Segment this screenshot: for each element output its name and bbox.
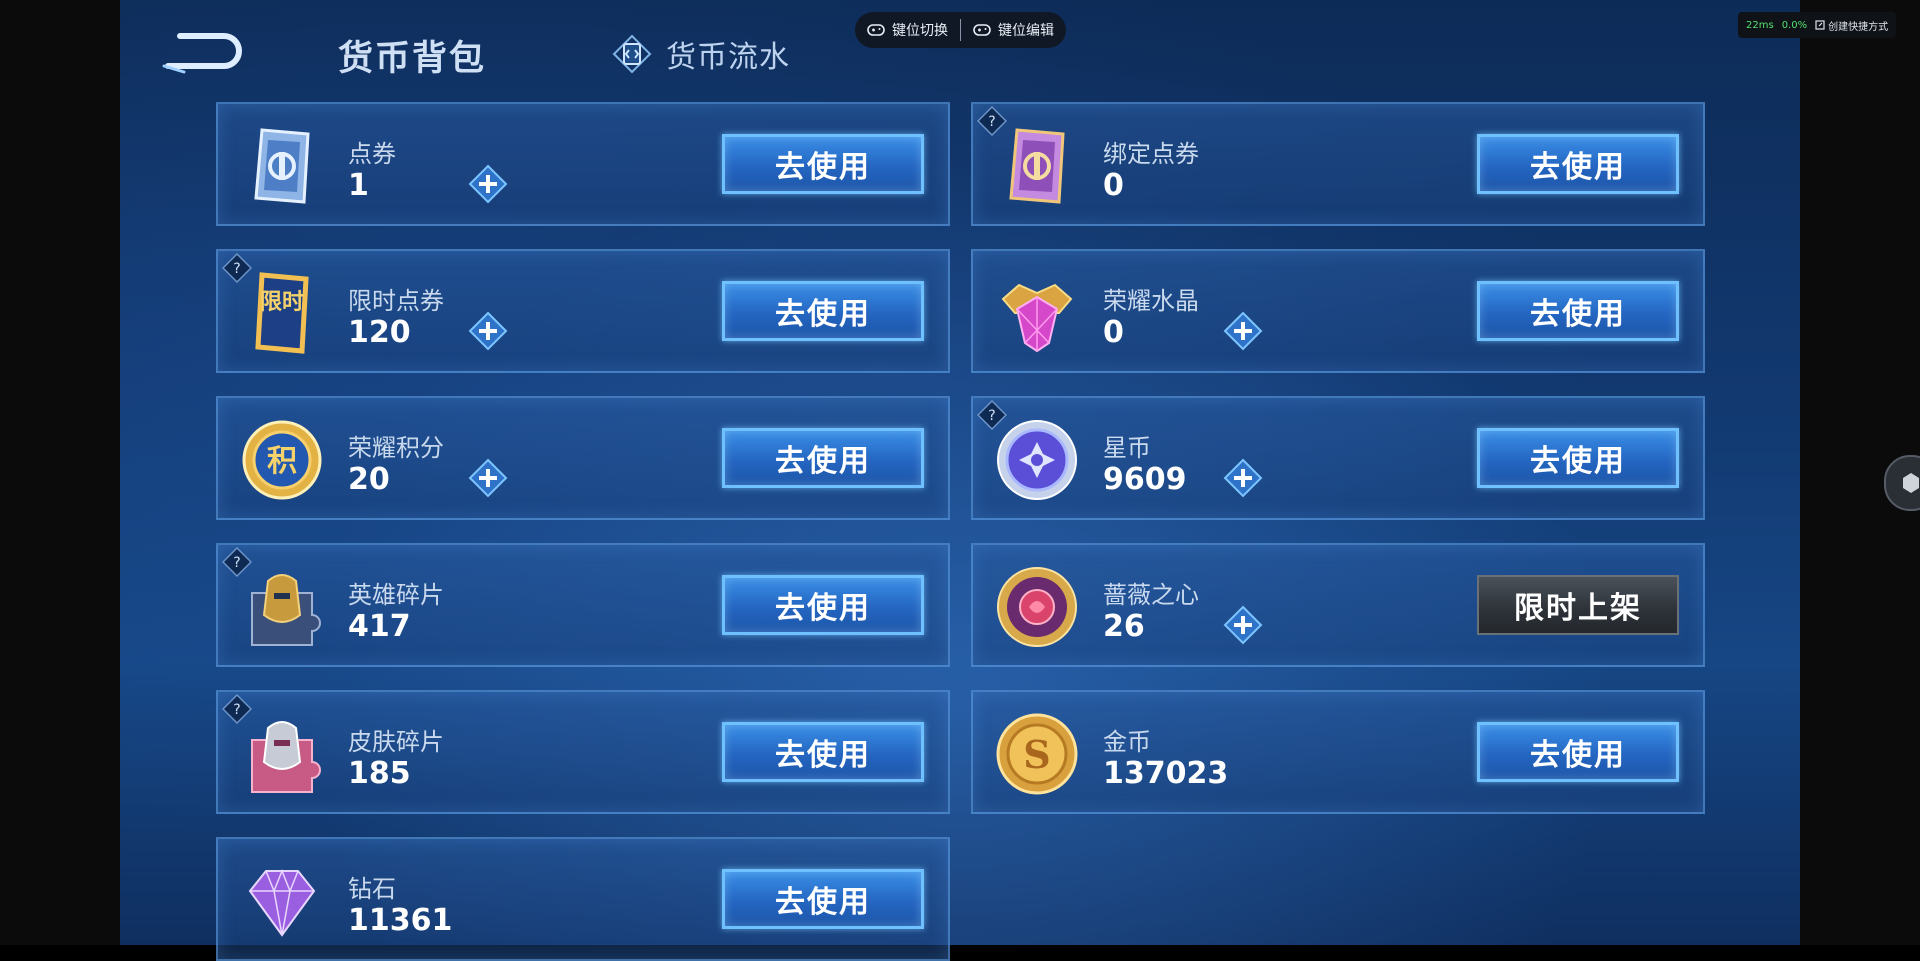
svg-text:积: 积 (267, 444, 297, 479)
currency-card-glory-crystal: 荣耀水晶 0 去使用 (971, 249, 1705, 373)
svg-text:限时: 限时 (260, 290, 304, 315)
key-edit-label: 键位编辑 (998, 23, 1054, 39)
use-button[interactable]: 去使用 (1477, 134, 1679, 194)
gamepad-icon (867, 24, 885, 36)
use-button[interactable]: 去使用 (1477, 281, 1679, 341)
diamond-icon (248, 868, 316, 937)
add-plus-icon[interactable] (468, 164, 508, 204)
create-shortcut-button[interactable]: 创建快捷方式 (1815, 18, 1888, 33)
currency-name: 英雄碎片 (348, 581, 444, 609)
currency-amount: 137023 (1103, 756, 1229, 791)
currency-card-hero-fragment: ? 英雄碎片 417 去使用 (216, 543, 950, 667)
shortcut-icon (1815, 20, 1825, 30)
currency-name: 金币 (1103, 728, 1151, 756)
tab-currency-flow-label: 货币流水 (666, 40, 790, 75)
currency-card-glory-points: 积 荣耀积分 20 去使用 (216, 396, 950, 520)
currency-amount: 120 (348, 315, 411, 350)
use-button[interactable]: 去使用 (722, 722, 924, 782)
key-switch-label: 键位切换 (892, 23, 948, 39)
currency-amount: 26 (1103, 609, 1145, 644)
tab-currency-backpack[interactable]: 货币背包 (338, 30, 486, 81)
loss-value: 0.0% (1781, 19, 1808, 31)
currency-amount: 20 (348, 462, 390, 497)
hexagon-icon (1903, 473, 1919, 493)
currency-card-limited-coupon: ? 限时 限时点券 120 去使用 (216, 249, 950, 373)
currency-card-gold-coin: S 金币 137023 去使用 (971, 690, 1705, 814)
currency-card-star-coin: ? 星币 9609 去使用 (971, 396, 1705, 520)
back-arrow-icon[interactable] (162, 28, 248, 74)
currency-amount: 0 (1103, 315, 1124, 350)
use-button[interactable]: 去使用 (722, 869, 924, 929)
glory-crystal-icon (1001, 283, 1073, 353)
tab-currency-flow[interactable]: 货币流水 (612, 32, 790, 76)
currency-name: 点券 (348, 140, 396, 168)
currency-amount: 185 (348, 756, 411, 791)
rose-heart-icon (997, 567, 1077, 647)
currency-card-bound-coupon: ? 绑定点券 0 去使用 (971, 102, 1705, 226)
bound-coupon-card-icon (1009, 128, 1065, 204)
use-button[interactable]: 去使用 (722, 281, 924, 341)
currency-card-diamond: 钻石 11361 去使用 (216, 837, 950, 961)
add-plus-icon[interactable] (468, 311, 508, 351)
limited-release-button[interactable]: 限时上架 (1477, 575, 1679, 635)
use-button[interactable]: 去使用 (722, 134, 924, 194)
star-coin-icon (997, 420, 1077, 500)
emulator-toolbar: 键位切换 键位编辑 (855, 12, 1066, 48)
network-status: 22ms 0.0% 创建快捷方式 (1738, 12, 1897, 38)
currency-amount: 417 (348, 609, 411, 644)
currency-flow-icon (612, 34, 652, 74)
currency-card-coupon: 点券 1 去使用 (216, 102, 950, 226)
ping-value: 22ms (1746, 19, 1774, 31)
add-plus-icon[interactable] (1223, 605, 1263, 645)
toolbar-divider (960, 19, 961, 41)
use-button[interactable]: 去使用 (1477, 428, 1679, 488)
currency-name: 限时点券 (348, 287, 444, 315)
hero-fragment-icon (251, 574, 321, 646)
gold-coin-icon: S (996, 713, 1078, 795)
currency-name: 钻石 (348, 875, 396, 903)
limited-coupon-icon: 限时 (255, 272, 309, 354)
currency-name: 荣耀积分 (348, 434, 444, 462)
svg-text:S: S (1023, 732, 1050, 777)
currency-name: 绑定点券 (1103, 140, 1199, 168)
add-plus-icon[interactable] (468, 458, 508, 498)
currency-card-skin-fragment: ? 皮肤碎片 185 去使用 (216, 690, 950, 814)
create-shortcut-label: 创建快捷方式 (1828, 21, 1889, 33)
coupon-card-icon (254, 128, 310, 204)
use-button[interactable]: 去使用 (1477, 722, 1679, 782)
currency-name: 皮肤碎片 (348, 728, 444, 756)
key-switch-button[interactable]: 键位切换 (867, 20, 948, 40)
use-button[interactable]: 去使用 (722, 575, 924, 635)
left-letterbox (0, 0, 120, 945)
use-button[interactable]: 去使用 (722, 428, 924, 488)
skin-fragment-icon (251, 721, 321, 793)
key-edit-button[interactable]: 键位编辑 (973, 20, 1054, 40)
currency-name: 荣耀水晶 (1103, 287, 1199, 315)
add-plus-icon[interactable] (1223, 311, 1263, 351)
currency-amount: 1 (348, 168, 369, 203)
currency-name: 星币 (1103, 434, 1151, 462)
add-plus-icon[interactable] (1223, 458, 1263, 498)
currency-card-rose-heart: 蔷薇之心 26 限时上架 (971, 543, 1705, 667)
gamepad-icon (973, 24, 991, 36)
currency-amount: 11361 (348, 903, 453, 938)
currency-amount: 0 (1103, 168, 1124, 203)
currency-name: 蔷薇之心 (1103, 581, 1199, 609)
glory-points-icon: 积 (242, 420, 322, 500)
floating-menu-handle[interactable] (1884, 455, 1920, 511)
currency-amount: 9609 (1103, 462, 1187, 497)
